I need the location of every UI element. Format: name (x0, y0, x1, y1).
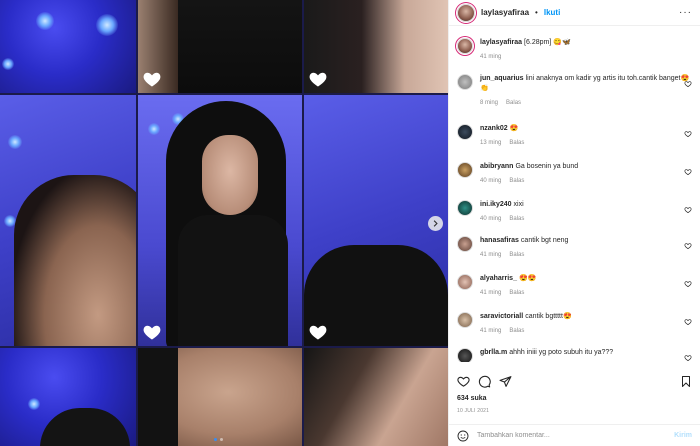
photo-tile (138, 0, 302, 93)
post-sidebar: laylasyafiraa • Ikuti ··· laylasyafiraa[… (448, 0, 700, 446)
comment-time: 41 ming (480, 252, 502, 258)
post-header: laylasyafiraa • Ikuti ··· (449, 0, 700, 26)
comment-text: cantik bgt neng (520, 237, 569, 244)
caption: laylasyafiraa [6.28pm] 😋🦋 41 ming (457, 38, 692, 60)
comment-text: 😍 (509, 125, 519, 132)
avatar[interactable] (457, 200, 473, 216)
caption-username[interactable]: laylasyafiraa (480, 39, 522, 46)
photo-tile (0, 95, 136, 346)
avatar[interactable] (457, 3, 475, 22)
comment-input[interactable] (477, 432, 667, 439)
comment-time: 13 ming (480, 140, 502, 146)
comment-username[interactable]: saravictoriall (480, 313, 523, 320)
post-date: 10 JULI 2021 (457, 408, 490, 414)
comment-text: xixi (513, 201, 524, 208)
more-dots-icon[interactable]: ··· (679, 7, 692, 18)
heart-icon (309, 72, 327, 87)
comment-time: 40 ming (480, 216, 502, 222)
comments-list[interactable]: laylasyafiraa [6.28pm] 😋🦋 41 ming jun_aqu… (449, 32, 700, 362)
comment-row: hanasafiras cantik bgt neng 41 ming Balas (457, 236, 692, 258)
reply-button[interactable]: Balas (509, 328, 524, 334)
avatar[interactable] (457, 274, 473, 290)
comment-username[interactable]: hanasafiras (480, 237, 519, 244)
comment-time: 41 ming (480, 290, 502, 296)
follow-button[interactable]: Ikuti (544, 8, 560, 17)
carousel-indicator (214, 438, 223, 441)
comment-row: saravictoriall cantik bgttttt😍 41 ming Bal… (457, 312, 692, 334)
comment-row: abibryann Ga bosenin ya bund 40 ming Balas (457, 162, 692, 184)
comment-username[interactable]: gbrlla.m (480, 349, 507, 356)
heart-icon[interactable] (684, 354, 692, 362)
avatar[interactable] (457, 162, 473, 178)
comment-username[interactable]: ini.iky240 (480, 201, 512, 208)
heart-icon[interactable] (684, 206, 692, 214)
reply-button[interactable]: Balas (509, 178, 524, 184)
comment-username[interactable]: nzank02 (480, 125, 508, 132)
caption-time: 41 ming (480, 54, 502, 60)
share-icon[interactable] (499, 375, 512, 388)
comment-text: Ga bosenin ya bund (515, 163, 579, 170)
caption-text: [6.28pm] 😋🦋 (524, 39, 571, 46)
avatar[interactable] (457, 38, 473, 54)
bookmark-icon[interactable] (680, 375, 692, 388)
heart-icon[interactable] (684, 130, 692, 138)
comment-time: 41 ming (480, 328, 502, 334)
chevron-right-icon (433, 220, 438, 227)
avatar[interactable] (457, 236, 473, 252)
photo-tile (138, 348, 302, 446)
heart-icon (143, 325, 161, 340)
comment-row: gbrlla.m ahhh iniii yg poto subuh itu ya?… (457, 348, 692, 362)
separator: • (535, 8, 538, 17)
reply-button[interactable]: Balas (506, 100, 521, 106)
avatar[interactable] (457, 124, 473, 140)
heart-icon[interactable] (684, 242, 692, 250)
comment-text: cantik bgttttt😍 (525, 313, 572, 320)
comment-text: ahhh iniii yg poto subuh itu ya??? (509, 349, 614, 356)
next-arrow-button[interactable] (428, 216, 443, 231)
reply-button[interactable]: Balas (509, 252, 524, 258)
add-comment-bar: Kirim (449, 424, 700, 446)
action-bar (457, 372, 692, 390)
reply-button[interactable]: Balas (509, 216, 524, 222)
avatar[interactable] (457, 74, 473, 90)
likes-count[interactable]: 634 suka (457, 395, 487, 402)
smiley-icon[interactable] (457, 430, 469, 442)
avatar[interactable] (457, 348, 473, 362)
photo-tile (0, 0, 136, 93)
header-username[interactable]: laylasyafiraa (481, 8, 529, 17)
reply-button[interactable]: Balas (509, 140, 524, 146)
comment-username[interactable]: jun_aquarius (480, 75, 524, 82)
photo-tile (304, 348, 448, 446)
post-media[interactable] (0, 0, 448, 446)
heart-icon (309, 325, 327, 340)
reply-button[interactable]: Balas (509, 290, 524, 296)
photo-tile (0, 348, 136, 446)
comment-time: 40 ming (480, 178, 502, 184)
comment-username[interactable]: abibryann (480, 163, 513, 170)
photo-tile (304, 0, 448, 93)
heart-icon[interactable] (684, 318, 692, 326)
comment-row: jun_aquarius lini anaknya om kadir yg art… (457, 74, 692, 106)
photo-tile (304, 95, 448, 346)
heart-icon (143, 72, 161, 87)
heart-icon[interactable] (457, 375, 470, 388)
comment-icon[interactable] (478, 375, 491, 388)
post-comment-button[interactable]: Kirim (674, 432, 692, 439)
post-viewer: laylasyafiraa • Ikuti ··· laylasyafiraa[… (0, 0, 700, 446)
comment-row: ini.iky240 xixi 40 ming Balas (457, 200, 692, 222)
photo-tile (138, 95, 302, 346)
avatar[interactable] (457, 312, 473, 328)
heart-icon[interactable] (684, 168, 692, 176)
comment-row: alyaharris_ 😍😍 41 ming Balas (457, 274, 692, 296)
heart-icon[interactable] (684, 280, 692, 288)
comment-text: 😍😍 (518, 275, 537, 282)
heart-icon[interactable] (684, 80, 692, 88)
comment-row: nzank02 😍 13 ming Balas (457, 124, 692, 146)
comment-username[interactable]: alyaharris_ (480, 275, 517, 282)
comment-time: 8 ming (480, 100, 499, 106)
